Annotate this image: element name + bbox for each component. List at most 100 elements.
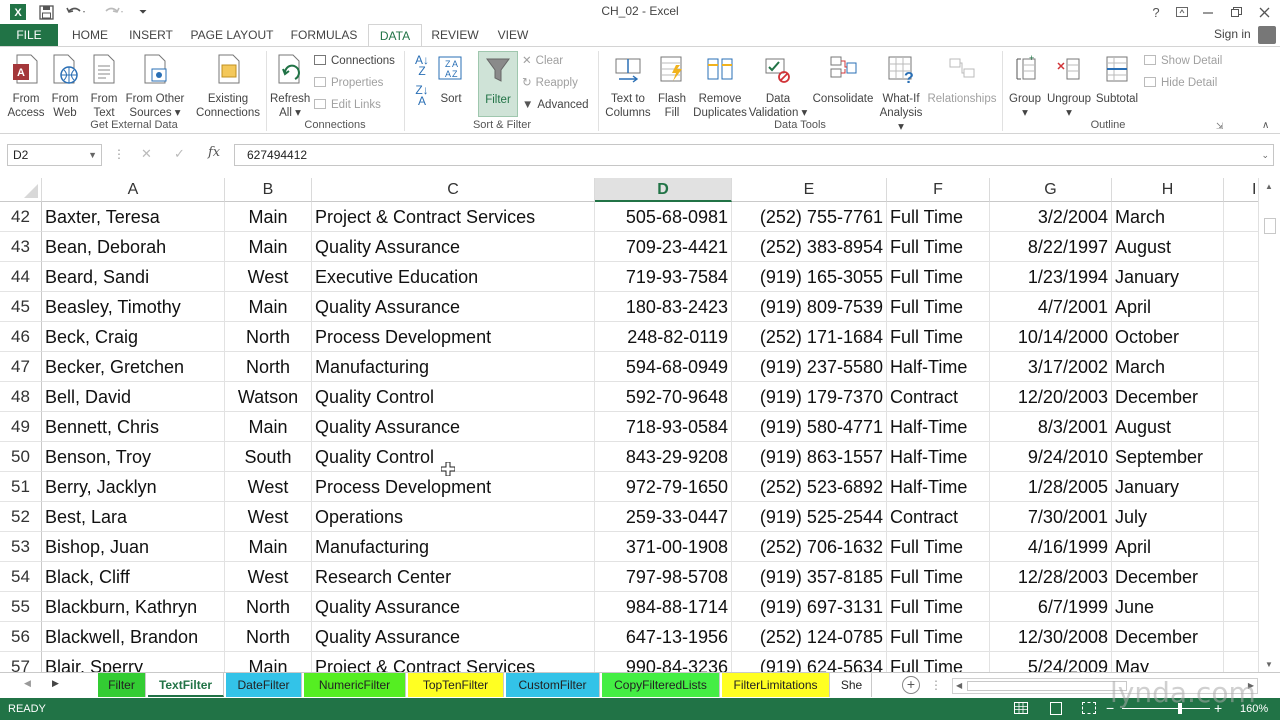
cell-location[interactable]: West (225, 262, 312, 292)
sheet-tab[interactable]: She (832, 673, 872, 697)
cell-status[interactable]: Full Time (887, 202, 990, 232)
existing-connections-button[interactable]: Existing Connections (194, 53, 262, 120)
row-header[interactable]: 47 (0, 352, 42, 382)
cell-location[interactable]: Main (225, 652, 312, 672)
cell-ssn[interactable]: 990-84-3236 (595, 652, 732, 672)
cell-month[interactable]: January (1112, 262, 1224, 292)
cell-column-i[interactable] (1224, 382, 1258, 412)
cell-location[interactable]: Main (225, 202, 312, 232)
cell-date[interactable]: 4/16/1999 (990, 532, 1112, 562)
cell-status[interactable]: Half-Time (887, 352, 990, 382)
cell-status[interactable]: Half-Time (887, 472, 990, 502)
row-header[interactable]: 43 (0, 232, 42, 262)
cell-phone[interactable]: (919) 697-3131 (732, 592, 887, 622)
column-header-c[interactable]: C (312, 178, 595, 202)
cell-column-i[interactable] (1224, 502, 1258, 532)
cell-column-i[interactable] (1224, 472, 1258, 502)
row-header[interactable]: 54 (0, 562, 42, 592)
cell-name[interactable]: Blair, Sperry (42, 652, 225, 672)
cell-ssn[interactable]: 797-98-5708 (595, 562, 732, 592)
cell-name[interactable]: Baxter, Teresa (42, 202, 225, 232)
cell-date[interactable]: 10/14/2000 (990, 322, 1112, 352)
cell-column-i[interactable] (1224, 412, 1258, 442)
cell-name[interactable]: Becker, Gretchen (42, 352, 225, 382)
cell-ssn[interactable]: 248-82-0119 (595, 322, 732, 352)
cell-column-i[interactable] (1224, 592, 1258, 622)
cell-status[interactable]: Full Time (887, 292, 990, 322)
cell-month[interactable]: August (1112, 232, 1224, 262)
worksheet-grid[interactable]: A B C D E F G H I 42 Baxter, Teresa Main Pr… (0, 178, 1258, 672)
cell-month[interactable]: April (1112, 532, 1224, 562)
cell-ssn[interactable]: 180-83-2423 (595, 292, 732, 322)
sign-in-link[interactable]: Sign in (1214, 27, 1251, 41)
cell-name[interactable]: Bishop, Juan (42, 532, 225, 562)
cell-date[interactable]: 7/30/2001 (990, 502, 1112, 532)
row-header[interactable]: 45 (0, 292, 42, 322)
from-other-sources-button[interactable]: From Other Sources ▾ (124, 53, 186, 120)
cell-ssn[interactable]: 594-68-0949 (595, 352, 732, 382)
cell-month[interactable]: March (1112, 202, 1224, 232)
cell-phone[interactable]: (252) 124-0785 (732, 622, 887, 652)
cell-column-i[interactable] (1224, 652, 1258, 672)
cell-ssn[interactable]: 647-13-1956 (595, 622, 732, 652)
subtotal-button[interactable]: Subtotal (1094, 53, 1140, 106)
remove-duplicates-button[interactable]: Remove Duplicates (692, 53, 748, 120)
from-text-button[interactable]: From Text (86, 53, 122, 120)
column-header-g[interactable]: G (990, 178, 1112, 202)
cell-name[interactable]: Beard, Sandi (42, 262, 225, 292)
cell-month[interactable]: July (1112, 502, 1224, 532)
cell-ssn[interactable]: 719-93-7584 (595, 262, 732, 292)
sheet-tab[interactable]: CopyFilteredLists (602, 673, 720, 697)
cell-column-i[interactable] (1224, 262, 1258, 292)
cell-column-i[interactable] (1224, 352, 1258, 382)
cell-column-i[interactable] (1224, 562, 1258, 592)
tab-file[interactable]: FILE (0, 24, 58, 46)
refresh-all-button[interactable]: Refresh All ▾ (270, 53, 310, 120)
column-header-h[interactable]: H (1112, 178, 1224, 202)
scroll-left-icon[interactable]: ◀ (956, 681, 962, 690)
cell-phone[interactable]: (919) 165-3055 (732, 262, 887, 292)
cell-status[interactable]: Full Time (887, 562, 990, 592)
cell-location[interactable]: West (225, 562, 312, 592)
cell-location[interactable]: West (225, 502, 312, 532)
cell-month[interactable]: March (1112, 352, 1224, 382)
cell-department[interactable]: Quality Assurance (312, 232, 595, 262)
cell-department[interactable]: Quality Control (312, 382, 595, 412)
cell-status[interactable]: Full Time (887, 232, 990, 262)
tab-home[interactable]: HOME (64, 24, 116, 46)
row-header[interactable]: 49 (0, 412, 42, 442)
tab-formulas[interactable]: FORMULAS (286, 24, 362, 46)
cell-status[interactable]: Contract (887, 502, 990, 532)
column-header-f[interactable]: F (887, 178, 990, 202)
cell-month[interactable]: December (1112, 622, 1224, 652)
row-header[interactable]: 48 (0, 382, 42, 412)
cell-status[interactable]: Contract (887, 382, 990, 412)
what-if-analysis-button[interactable]: ? What-If Analysis ▾ (876, 53, 926, 134)
tab-review[interactable]: REVIEW (428, 24, 482, 46)
vertical-scrollbar[interactable]: ▲ ▼ (1258, 178, 1280, 672)
cell-department[interactable]: Process Development (312, 472, 595, 502)
advanced-filter-button[interactable]: ▼ Advanced (522, 96, 589, 114)
row-header[interactable]: 57 (0, 652, 42, 672)
sheet-tab[interactable]: Filter (98, 673, 146, 697)
sort-a-to-z-icon[interactable]: A↓ Z (412, 54, 432, 79)
text-to-columns-button[interactable]: Text to Columns (602, 53, 654, 120)
insert-function-icon[interactable]: fx (208, 145, 220, 160)
cell-department[interactable]: Process Development (312, 322, 595, 352)
cell-location[interactable]: West (225, 472, 312, 502)
cell-location[interactable]: North (225, 352, 312, 382)
cell-phone[interactable]: (919) 179-7370 (732, 382, 887, 412)
cell-name[interactable]: Best, Lara (42, 502, 225, 532)
tab-view[interactable]: VIEW (490, 24, 536, 46)
cell-phone[interactable]: (919) 863-1557 (732, 442, 887, 472)
from-access-button[interactable]: A From Access (4, 53, 48, 120)
cell-phone[interactable]: (919) 237-5580 (732, 352, 887, 382)
cell-phone[interactable]: (919) 624-5634 (732, 652, 887, 672)
cell-name[interactable]: Blackwell, Brandon (42, 622, 225, 652)
cell-column-i[interactable] (1224, 202, 1258, 232)
cell-department[interactable]: Executive Education (312, 262, 595, 292)
expand-formula-bar-icon[interactable]: ⌄ (1261, 145, 1269, 165)
cell-name[interactable]: Berry, Jacklyn (42, 472, 225, 502)
cell-location[interactable]: North (225, 322, 312, 352)
cell-ssn[interactable]: 972-79-1650 (595, 472, 732, 502)
